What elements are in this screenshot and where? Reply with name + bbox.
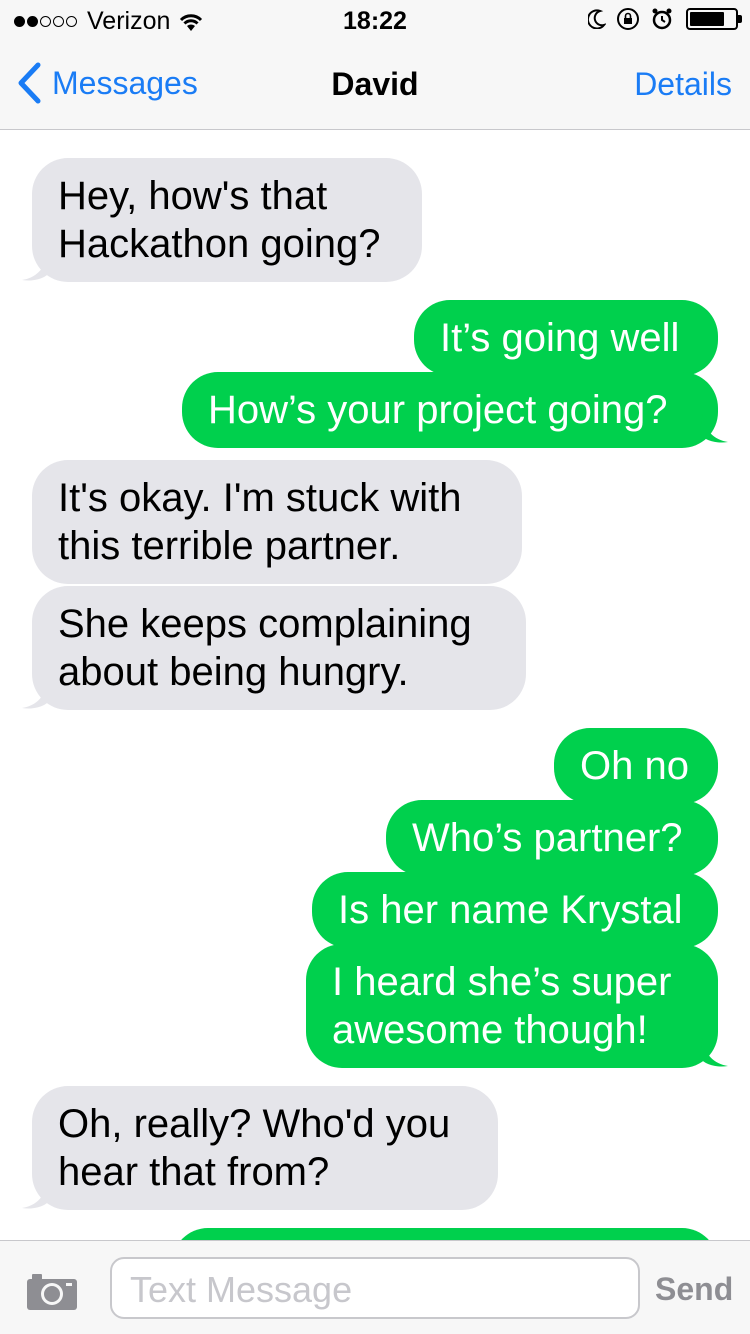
message-text: Oh, really? Who'd you (58, 1102, 451, 1146)
message-text: Oh no (580, 744, 689, 788)
message-input[interactable]: Text Message (110, 1257, 640, 1319)
message-text: Who’s partner? (412, 816, 683, 860)
incoming-bubble-tail (22, 1180, 50, 1209)
orientation-lock-icon (617, 8, 639, 30)
incoming-message[interactable]: Hey, how's that Hackathon going? (32, 158, 422, 282)
incoming-bubble-tail (22, 252, 50, 281)
message-thread[interactable]: Hey, how's that Hackathon going? It’s go… (0, 130, 750, 1240)
outgoing-bubble-tail (700, 414, 728, 443)
navigation-bar: Messages David Details (0, 40, 750, 130)
outgoing-bubble-tail (700, 1038, 728, 1067)
message-text: hear that from? (58, 1150, 330, 1194)
compose-bar: Text Message Send (0, 1240, 750, 1334)
outgoing-message[interactable]: It’s going well (414, 300, 718, 376)
outgoing-message[interactable]: I heard she’s super awesome though! (306, 944, 718, 1068)
message-text: She keeps complaining (58, 602, 472, 646)
incoming-message[interactable]: It's okay. I'm stuck with this terrible … (32, 460, 522, 584)
camera-icon[interactable] (26, 1271, 78, 1311)
message-text: awesome though! (332, 1008, 648, 1052)
incoming-message[interactable]: Oh, really? Who'd you hear that from? (32, 1086, 498, 1210)
outgoing-message[interactable]: Who’s partner? (386, 800, 718, 876)
message-text: How’s your project going? (208, 388, 668, 432)
outgoing-message[interactable]: How’s your project going? (182, 372, 718, 448)
status-icons (578, 7, 742, 31)
status-bar: Verizon 18:22 (0, 0, 750, 40)
outgoing-message[interactable]: Is her name Krystal (312, 872, 718, 948)
message-text: It's okay. I'm stuck with (58, 476, 462, 520)
message-text: this terrible partner. (58, 524, 401, 568)
outgoing-message-partial[interactable] (172, 1228, 718, 1240)
battery-icon (686, 8, 742, 30)
message-text: Hackathon going? (58, 222, 381, 266)
send-button[interactable]: Send (655, 1271, 733, 1308)
message-text: Hey, how's that (58, 174, 328, 218)
outgoing-message[interactable]: Oh no (554, 728, 718, 804)
message-text: I heard she’s super (332, 960, 672, 1004)
incoming-message[interactable]: She keeps complaining about being hungry… (32, 586, 526, 710)
moon-icon (588, 9, 606, 29)
alarm-icon (652, 8, 672, 30)
message-text: about being hungry. (58, 650, 409, 694)
details-button[interactable]: Details (634, 66, 732, 103)
message-text: It’s going well (440, 316, 680, 360)
incoming-bubble-tail (22, 680, 50, 709)
message-text: Is her name Krystal (338, 888, 683, 932)
